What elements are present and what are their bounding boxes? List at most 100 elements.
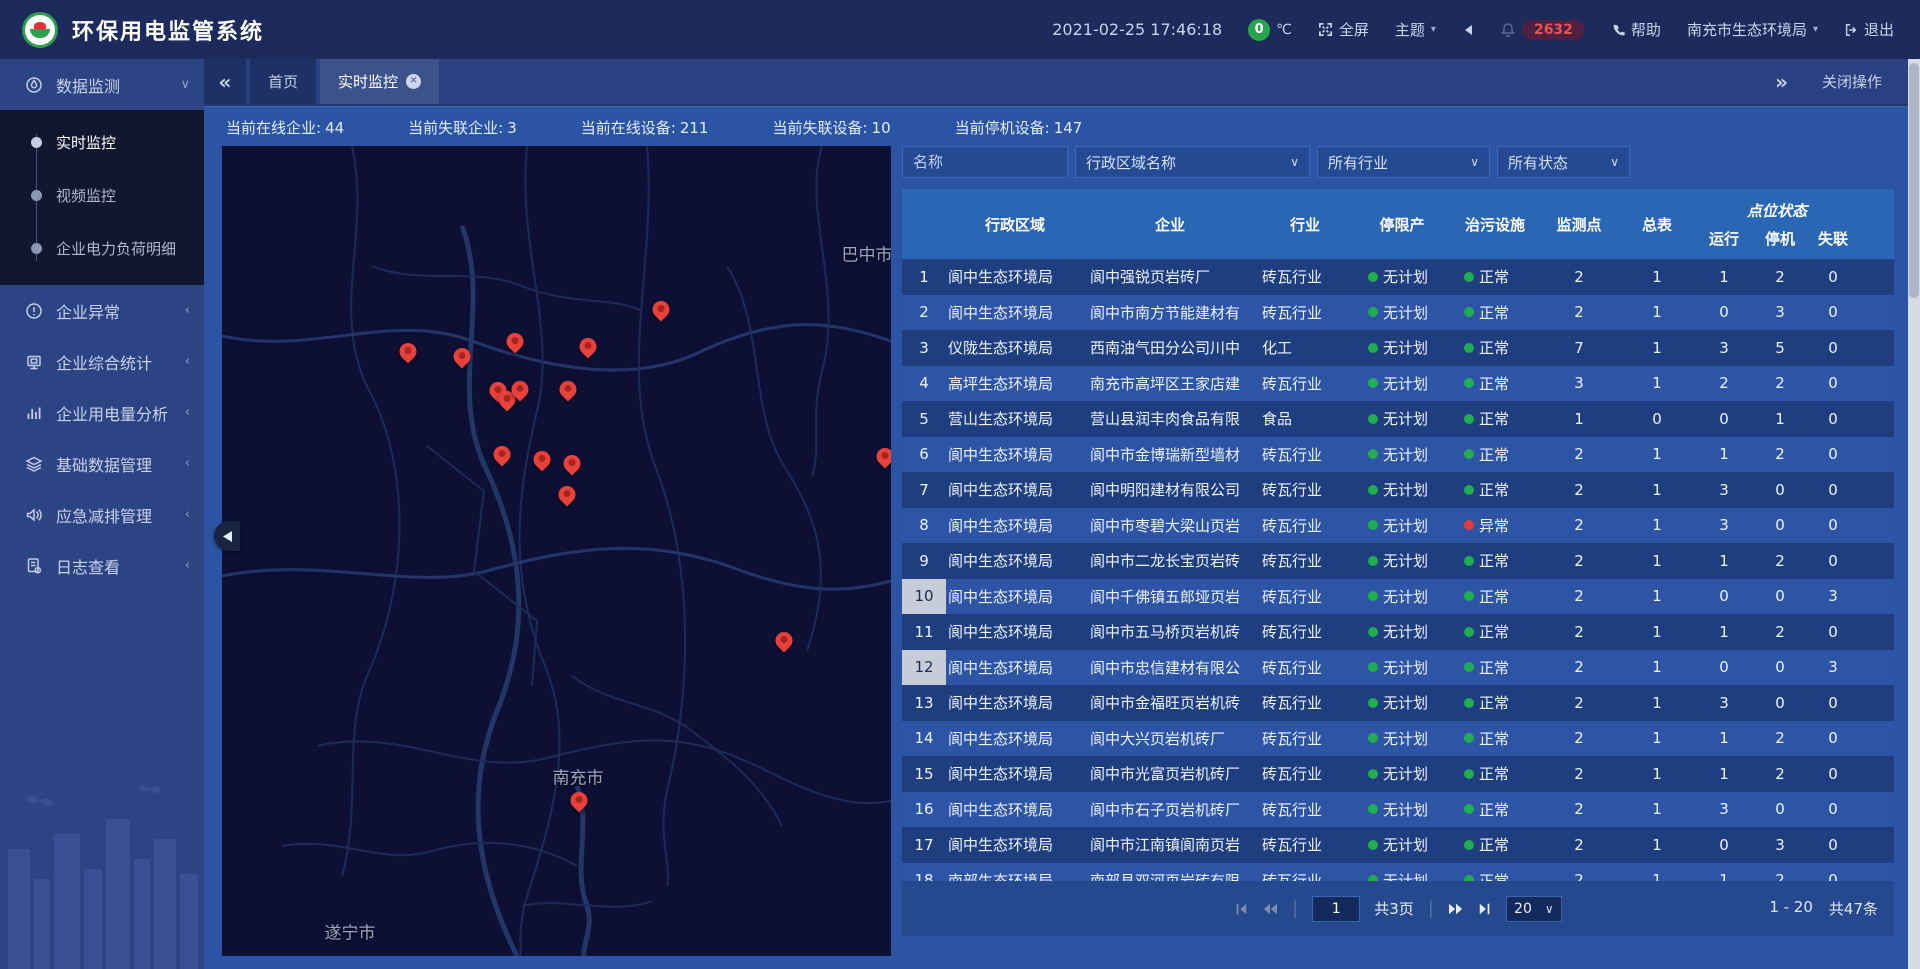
content-area: 当前在线企业:44当前失联企业:3当前在线设备:211当前失联设备:10当前停机… — [204, 106, 1908, 969]
column-subheader[interactable]: 运行 — [1696, 228, 1752, 249]
sidebar-subitem-realtime-monitor[interactable]: 实时监控 — [0, 116, 204, 169]
sidebar-subitem-power-load-detail[interactable]: 企业电力负荷明细 — [0, 222, 204, 275]
map-marker-icon[interactable] — [507, 333, 524, 350]
notifications[interactable]: 2632 — [1500, 20, 1585, 40]
map-marker-icon[interactable] — [454, 348, 471, 365]
theme-dropdown[interactable]: 主题▾ — [1395, 19, 1436, 40]
column-header[interactable]: 行政区域 — [946, 189, 1084, 259]
table-row[interactable]: 17阆中生态环境局阆中市江南镇阆南页岩砖瓦行业无计划正常21030 — [902, 827, 1894, 863]
table-row[interactable]: 11阆中生态环境局阆中市五马桥页岩机砖砖瓦行业无计划正常21120 — [902, 614, 1894, 650]
first-page-button[interactable] — [1234, 902, 1248, 916]
close-tab-icon[interactable]: ✕ — [406, 74, 421, 89]
table-row[interactable]: 9阆中生态环境局阆中市二龙长宝页岩砖砖瓦行业无计划正常21120 — [902, 543, 1894, 579]
map-marker-icon[interactable] — [776, 632, 793, 649]
tabs-scroll-right-button[interactable]: » — [1775, 70, 1788, 94]
map-marker-icon[interactable] — [571, 792, 588, 809]
cell-industry: 砖瓦行业 — [1256, 827, 1354, 863]
column-subheader[interactable]: 失联 — [1808, 228, 1858, 249]
cell-pollution-facility: 正常 — [1450, 756, 1540, 792]
exit-button[interactable]: 退出 — [1844, 19, 1894, 40]
sidebar-item-power-analysis[interactable]: 企业用电量分析‹ — [0, 387, 204, 438]
column-header[interactable]: 监测点 — [1540, 189, 1618, 259]
status-dot-icon — [1368, 733, 1378, 743]
cell-monitor-points: 2 — [1540, 685, 1618, 721]
help-button[interactable]: 帮助 — [1611, 19, 1661, 40]
sound-toggle[interactable] — [1462, 24, 1474, 36]
table-row[interactable]: 16阆中生态环境局阆中市石子页岩机砖厂砖瓦行业无计划正常21300 — [902, 792, 1894, 828]
column-subheader[interactable]: 停机 — [1752, 228, 1808, 249]
map-marker-icon[interactable] — [580, 338, 597, 355]
notification-badge: 2632 — [1522, 20, 1585, 40]
map-marker-icon[interactable] — [560, 381, 577, 398]
map-marker-icon[interactable] — [877, 448, 892, 465]
close-operations-button[interactable]: 关闭操作 — [1822, 71, 1882, 92]
table-row[interactable]: 6阆中生态环境局阆中市金博瑞新型墙材砖瓦行业无计划正常21120 — [902, 437, 1894, 473]
sidebar-item-log-view[interactable]: 日志查看‹ — [0, 540, 204, 591]
row-index: 4 — [902, 366, 946, 402]
industry-select[interactable]: 所有行业∨ — [1317, 146, 1490, 178]
page-scrollbar[interactable] — [1908, 59, 1920, 969]
cell-pollution-facility: 正常 — [1450, 863, 1540, 882]
cell-running: 1 — [1696, 543, 1752, 579]
table-row[interactable]: 7阆中生态环境局阆中明阳建材有限公司砖瓦行业无计划正常21300 — [902, 472, 1894, 508]
sidebar-item-base-data[interactable]: 基础数据管理‹ — [0, 438, 204, 489]
table-row[interactable]: 3仪陇生态环境局西南油气田分公司川中化工无计划正常71350 — [902, 330, 1894, 366]
map-marker-icon[interactable] — [559, 486, 576, 503]
sidebar-item-enterprise-statistics[interactable]: 企业综合统计‹ — [0, 336, 204, 387]
table-row[interactable]: 5营山生态环境局营山县润丰肉食品有限食品无计划正常10010 — [902, 401, 1894, 437]
column-header[interactable]: 停限产 — [1354, 189, 1450, 259]
map-marker-icon[interactable] — [494, 446, 511, 463]
map-marker-icon[interactable] — [512, 381, 529, 398]
table-row[interactable]: 10阆中生态环境局阆中千佛镇五郎垭页岩砖瓦行业无计划正常21003 — [902, 579, 1894, 615]
table-row[interactable]: 13阆中生态环境局阆中市金福旺页岩机砖砖瓦行业无计划正常21300 — [902, 685, 1894, 721]
table-row[interactable]: 15阆中生态环境局阆中市光富页岩机砖厂砖瓦行业无计划正常21120 — [902, 756, 1894, 792]
page-size-select[interactable]: 20∨ — [1506, 896, 1562, 922]
tab-home[interactable]: 首页 — [250, 59, 316, 104]
name-search-input[interactable] — [913, 153, 1057, 171]
tabs-scroll-left-button[interactable]: « — [204, 59, 246, 104]
status-dot-icon — [1368, 520, 1378, 530]
name-search-field[interactable] — [902, 146, 1068, 178]
enterprise-table-panel: 行政区域名称∨ 所有行业∨ 所有状态∨ 行政区域企业行业停限产治污设施监测点总表… — [902, 146, 1894, 956]
last-page-button[interactable] — [1478, 902, 1492, 916]
cell-monitor-points: 2 — [1540, 508, 1618, 544]
table-row[interactable]: 8阆中生态环境局阆中市枣碧大梁山页岩砖瓦行业无计划异常21300 — [902, 508, 1894, 544]
app-logo-icon — [22, 12, 58, 48]
cell-main-meters: 1 — [1618, 756, 1696, 792]
map-marker-icon[interactable] — [534, 451, 551, 468]
column-header[interactable]: 治污设施 — [1450, 189, 1540, 259]
table-row[interactable]: 18南部生态环境局南部县双河页岩砖有限砖瓦行业无计划正常21120 — [902, 863, 1894, 882]
map-panel[interactable]: 巴中市南充市遂宁市 — [222, 146, 891, 956]
sidebar-subitem-video-monitor[interactable]: 视频监控 — [0, 169, 204, 222]
table-row[interactable]: 4高坪生态环境局南充市高坪区王家店建砖瓦行业无计划正常31220 — [902, 366, 1894, 402]
cell-stopped: 2 — [1752, 437, 1808, 473]
status-select[interactable]: 所有状态∨ — [1497, 146, 1630, 178]
column-header[interactable]: 企业 — [1084, 189, 1256, 259]
fullscreen-button[interactable]: 全屏 — [1318, 19, 1369, 40]
map-collapse-button[interactable] — [214, 521, 240, 551]
table-row[interactable]: 14阆中生态环境局阆中大兴页岩机砖厂砖瓦行业无计划正常21120 — [902, 721, 1894, 757]
table-row[interactable]: 2阆中生态环境局阆中市南方节能建材有砖瓦行业无计划正常21030 — [902, 295, 1894, 331]
column-header[interactable]: 行业 — [1256, 189, 1354, 259]
stat-item: 当前失联设备:10 — [772, 117, 890, 138]
city-label: 南充市 — [553, 764, 604, 789]
sidebar-item-data-monitor[interactable]: 数据监测∨ — [0, 59, 204, 110]
next-page-button[interactable] — [1448, 902, 1464, 916]
cell-disconnected: 0 — [1808, 685, 1858, 721]
row-index: 10 — [902, 579, 946, 615]
column-header[interactable]: 总表 — [1618, 189, 1696, 259]
map-marker-icon[interactable] — [564, 455, 581, 472]
scrollbar-thumb[interactable] — [1909, 63, 1919, 298]
map-marker-icon[interactable] — [653, 301, 670, 318]
table-row[interactable]: 1阆中生态环境局阆中强锐页岩砖厂砖瓦行业无计划正常21120 — [902, 259, 1894, 295]
table-row[interactable]: 12阆中生态环境局阆中市忠信建材有限公砖瓦行业无计划正常21003 — [902, 650, 1894, 686]
sidebar-item-enterprise-abnormal[interactable]: 企业异常‹ — [0, 285, 204, 336]
prev-page-button[interactable] — [1262, 902, 1278, 916]
org-dropdown[interactable]: 南充市生态环境局▾ — [1687, 19, 1818, 40]
tab-realtime-monitor[interactable]: 实时监控 ✕ — [320, 59, 439, 104]
cell-main-meters: 1 — [1618, 579, 1696, 615]
map-marker-icon[interactable] — [400, 343, 417, 360]
region-select[interactable]: 行政区域名称∨ — [1075, 146, 1310, 178]
sidebar-item-emergency-reduction[interactable]: 应急减排管理‹ — [0, 489, 204, 540]
page-number-input[interactable] — [1312, 896, 1360, 922]
